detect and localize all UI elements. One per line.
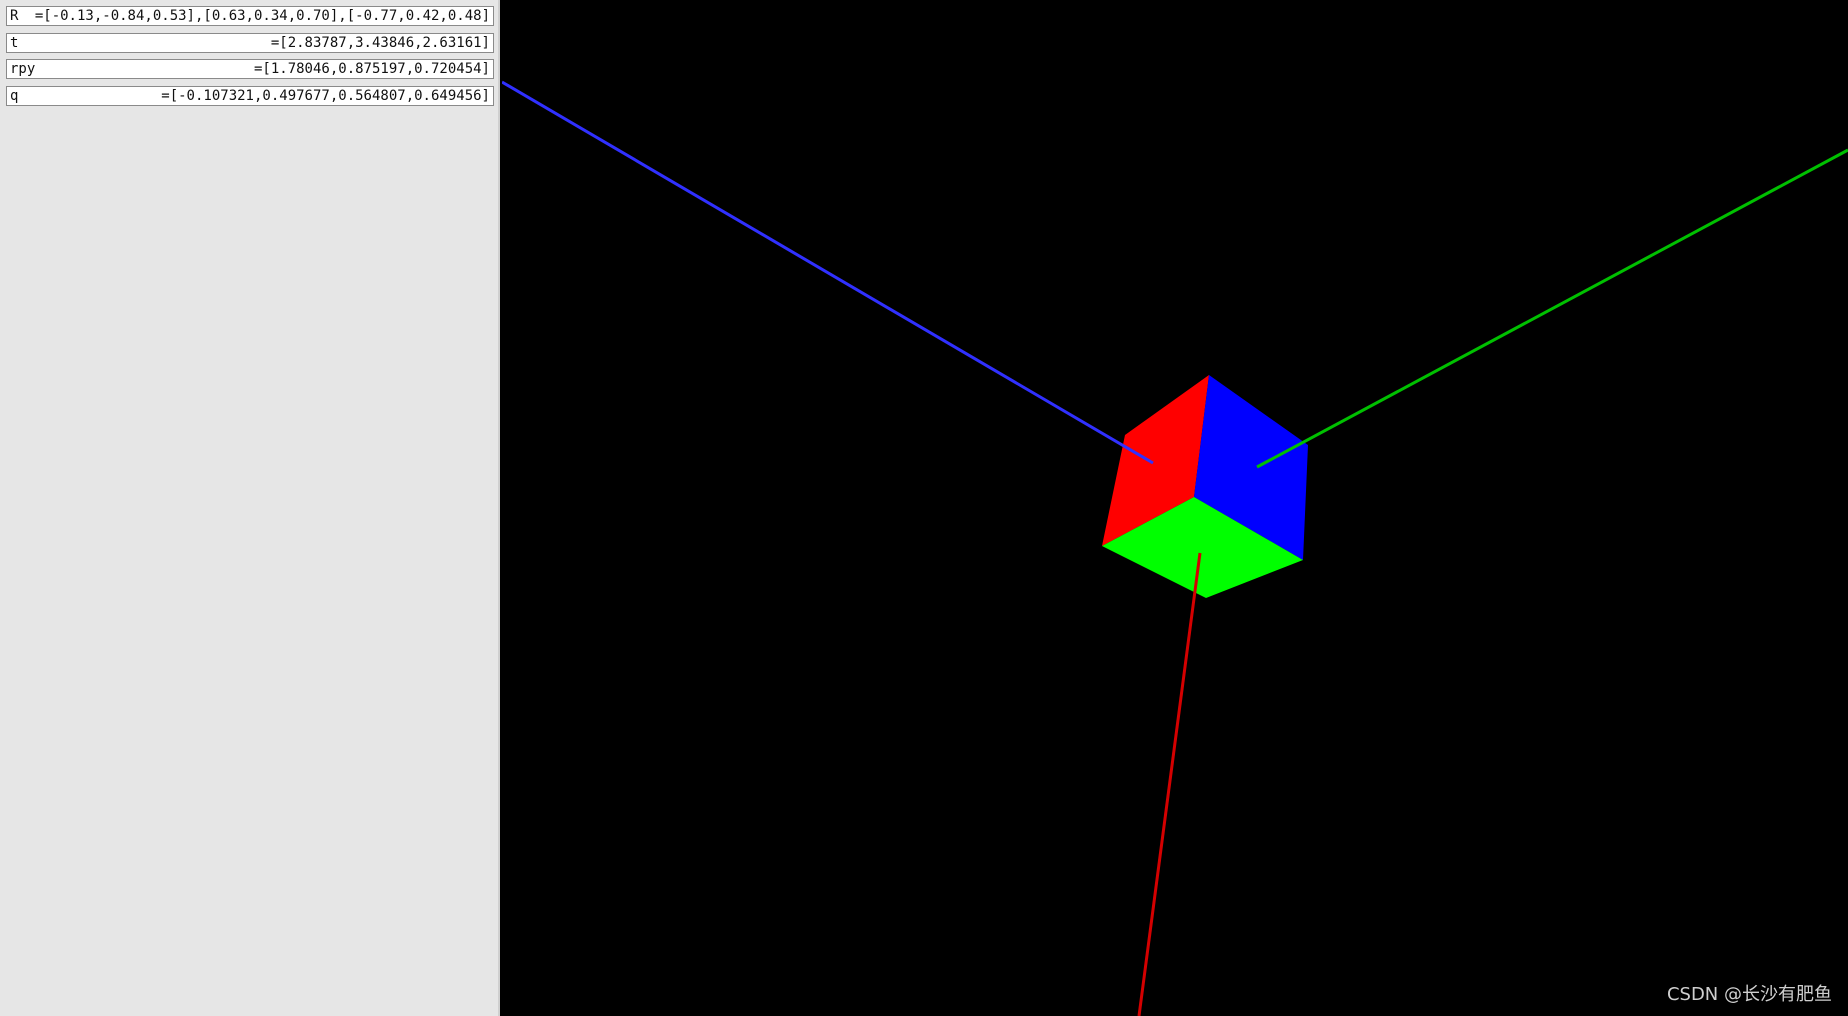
var-label-t: t	[10, 35, 19, 51]
var-label-r: R	[10, 8, 19, 24]
var-row-rpy[interactable]: rpy =[1.78046,0.875197,0.720454]	[6, 59, 494, 79]
watermark-text: CSDN @长沙有肥鱼	[1666, 984, 1832, 1005]
var-value-t: =[2.83787,3.43846,2.63161]	[270, 35, 490, 51]
var-label-rpy: rpy	[10, 61, 36, 77]
var-row-t[interactable]: t =[2.83787,3.43846,2.63161]	[6, 33, 494, 53]
var-value-r: =[-0.13,-0.84,0.53],[0.63,0.34,0.70],[-0…	[34, 8, 490, 24]
var-row-r[interactable]: R =[-0.13,-0.84,0.53],[0.63,0.34,0.70],[…	[6, 6, 494, 26]
var-value-rpy: =[1.78046,0.875197,0.720454]	[253, 61, 490, 77]
var-row-q[interactable]: q =[-0.107321,0.497677,0.564807,0.649456…	[6, 86, 494, 106]
var-label-q: q	[10, 88, 19, 104]
pangolin-window: R =[-0.13,-0.84,0.53],[0.63,0.34,0.70],[…	[0, 0, 1848, 1016]
scene-canvas[interactable]	[502, 0, 1848, 1016]
var-value-q: =[-0.107321,0.497677,0.564807,0.649456]	[161, 88, 490, 104]
variable-panel: R =[-0.13,-0.84,0.53],[0.63,0.34,0.70],[…	[0, 0, 500, 1016]
3d-viewport[interactable]	[502, 0, 1848, 1016]
